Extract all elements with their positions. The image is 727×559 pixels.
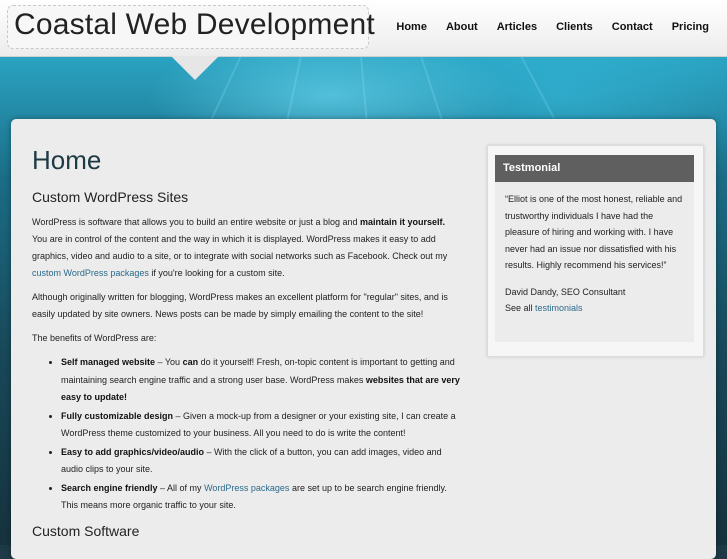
text: WordPress is software that allows you to… bbox=[32, 217, 361, 227]
light-ray bbox=[520, 55, 555, 119]
light-ray bbox=[420, 55, 444, 123]
nav-contact[interactable]: Contact bbox=[612, 21, 653, 33]
nav-pricing[interactable]: Pricing bbox=[672, 21, 709, 33]
page-title: Home bbox=[32, 145, 102, 175]
packages-link[interactable]: custom WordPress packages bbox=[32, 268, 149, 278]
nav-articles[interactable]: Articles bbox=[497, 21, 537, 33]
content-card: Home Custom WordPress Sites WordPress is… bbox=[11, 119, 716, 559]
light-ray bbox=[285, 55, 302, 125]
benefit-title: Easy to add graphics/video/audio bbox=[61, 446, 205, 457]
paragraph: Although originally written for blogging… bbox=[32, 292, 448, 319]
benefits-list: Self managed website – You can do it you… bbox=[32, 354, 462, 515]
main-nav: Home About Articles Clients Contact Pric… bbox=[377, 21, 709, 33]
list-item: Self managed website – You can do it you… bbox=[61, 354, 462, 407]
text: You are in control of the content and th… bbox=[32, 234, 448, 261]
text: if you're looking for a custom site. bbox=[148, 268, 285, 278]
testimonial-author: David Dandy, SEO Consultant bbox=[505, 286, 626, 297]
see-all-line: See all testimonials bbox=[505, 300, 684, 317]
list-item: Fully customizable design – Given a mock… bbox=[61, 408, 462, 443]
text: – You bbox=[155, 357, 183, 367]
main-content: Home Custom WordPress Sites WordPress is… bbox=[32, 145, 462, 548]
list-item: Easy to add graphics/video/audio – With … bbox=[61, 444, 462, 479]
benefit-title: Search engine friendly bbox=[61, 482, 158, 493]
widget-title: Testmonial bbox=[495, 155, 694, 182]
intro-paragraph: WordPress is software that allows you to… bbox=[32, 214, 462, 282]
section-heading: Custom Software bbox=[32, 522, 140, 539]
text: – All of my bbox=[157, 482, 205, 493]
logo-text: Coastal Web Development bbox=[14, 8, 375, 41]
testimonial-widget: Testmonial “Elliot is one of the most ho… bbox=[487, 145, 704, 357]
logo[interactable]: Coastal Web Development bbox=[7, 5, 375, 49]
bold-text: can bbox=[182, 357, 199, 367]
text: See all bbox=[505, 303, 536, 313]
benefit-title: Fully customizable design bbox=[61, 410, 174, 421]
nav-about[interactable]: About bbox=[446, 21, 478, 33]
light-ray bbox=[360, 55, 369, 126]
section-heading: Custom WordPress Sites bbox=[32, 189, 189, 205]
nav-home[interactable]: Home bbox=[396, 21, 427, 33]
testimonial-quote: “Elliot is one of the most honest, relia… bbox=[505, 194, 683, 270]
benefit-title: Self managed website bbox=[61, 357, 156, 367]
wordpress-packages-link[interactable]: WordPress packages bbox=[204, 483, 289, 493]
nav-clients[interactable]: Clients bbox=[556, 21, 593, 33]
logo-notch bbox=[171, 56, 219, 80]
bold-text: maintain it yourself. bbox=[360, 217, 446, 227]
list-item: Search engine friendly – All of my WordP… bbox=[61, 480, 462, 515]
testimonials-link[interactable]: testimonials bbox=[535, 303, 583, 313]
site-header: Coastal Web Development Home About Artic… bbox=[0, 0, 727, 57]
paragraph: The benefits of WordPress are: bbox=[32, 333, 157, 343]
widget-body: “Elliot is one of the most honest, relia… bbox=[495, 182, 694, 342]
